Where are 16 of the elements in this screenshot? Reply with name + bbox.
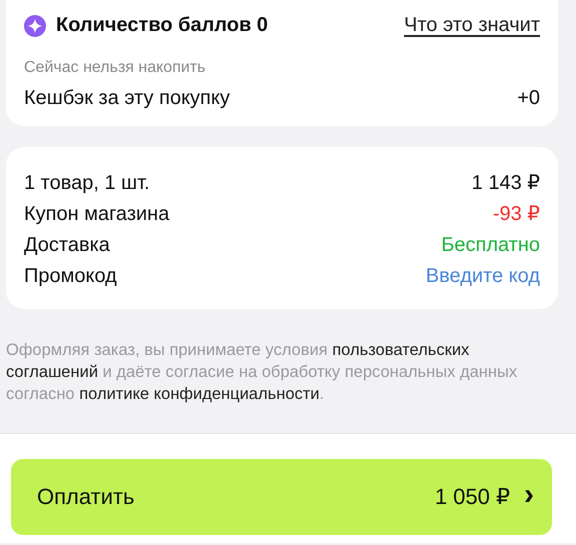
points-title: Количество баллов 0 bbox=[56, 14, 268, 37]
summary-label: Купон магазина bbox=[24, 202, 170, 226]
help-link[interactable]: Что это значит bbox=[404, 14, 540, 37]
summary-value: -93 ₽ bbox=[492, 202, 540, 226]
summary-label: Промокод bbox=[24, 264, 117, 288]
note-text: Сейчас нельзя накопить bbox=[24, 59, 206, 77]
cashback-label: Кешбэк за эту покупку bbox=[24, 86, 230, 110]
promo-link[interactable]: Введите код bbox=[426, 264, 540, 288]
summary-value: Бесплатно bbox=[441, 233, 540, 257]
summary-label: 1 товар, 1 шт. bbox=[24, 171, 150, 195]
summary-value: 1 143 ₽ bbox=[472, 171, 540, 195]
pay-button[interactable]: Оплатить 1 050 ₽ › bbox=[11, 459, 552, 535]
summary-label: Доставка bbox=[24, 233, 110, 257]
legal-text: Оформляя заказ, вы принимаете условия пользовательских соглашений и даёте согласие на обработку персональных данных согласно политике конфиденциальности. bbox=[5, 340, 518, 405]
cashback-value: +0 bbox=[517, 86, 540, 110]
sparkle-icon bbox=[24, 14, 46, 36]
